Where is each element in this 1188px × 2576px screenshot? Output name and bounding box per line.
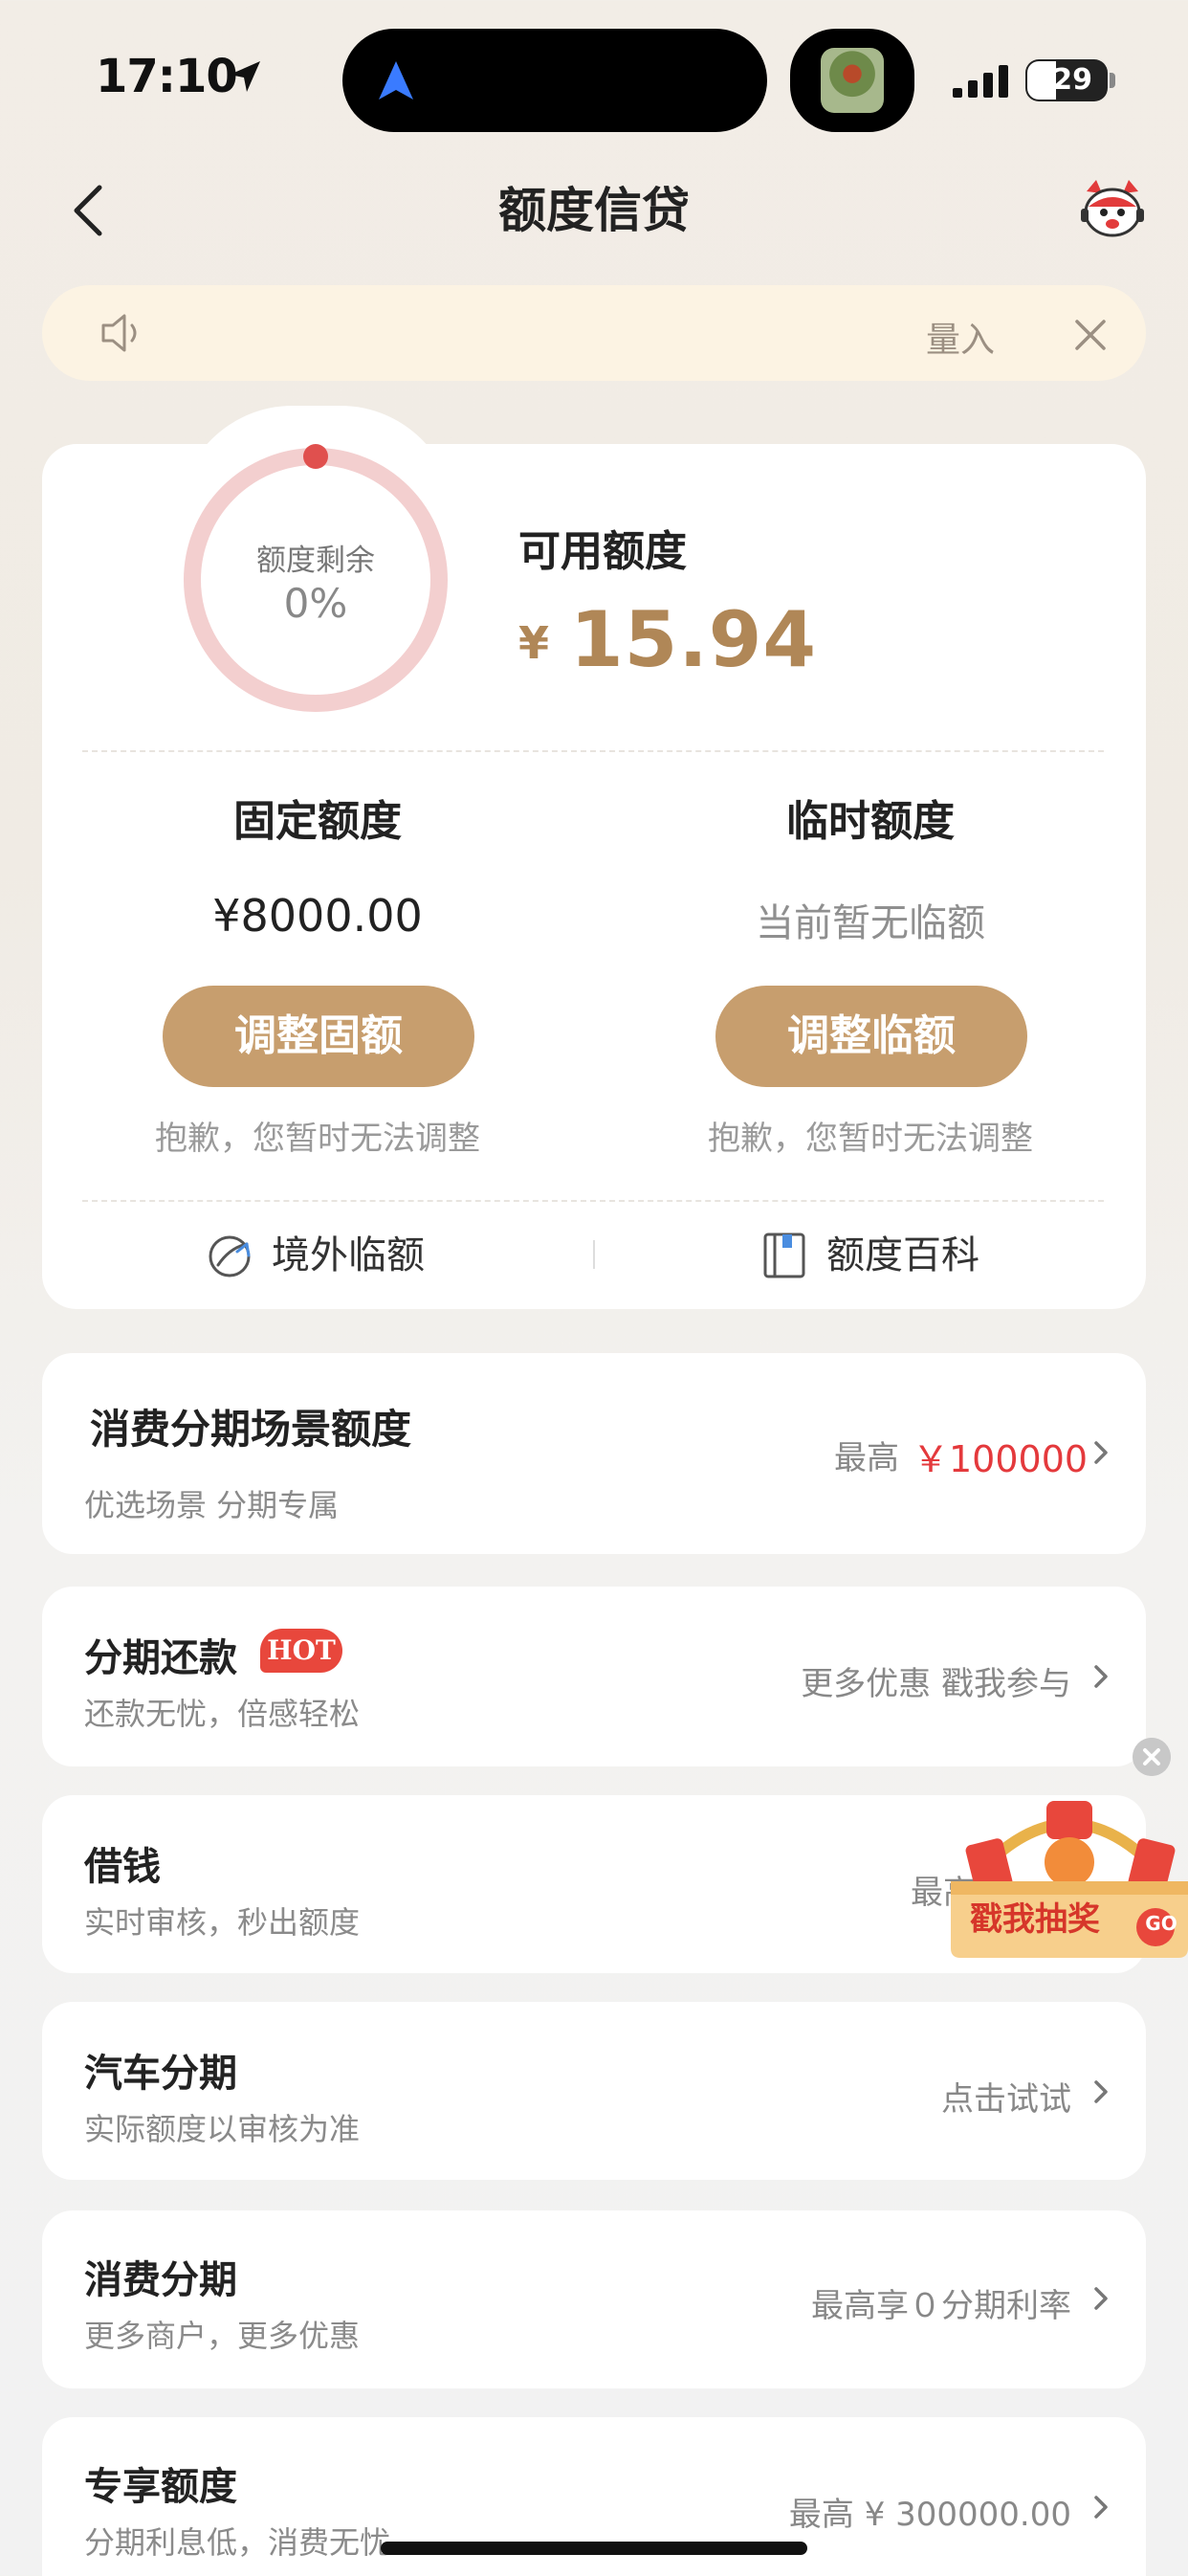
go-badge[interactable]: GO [1145, 1912, 1177, 1935]
scene-credit-prefix: 最高 [834, 1439, 899, 1477]
divider [82, 1200, 1104, 1202]
list-item-title: 汽车分期 [84, 2052, 237, 2096]
list-item-right-text: 最高享０分期利率 [811, 2287, 1071, 2325]
credit-wiki-link[interactable]: 额度百科 [826, 1227, 979, 1284]
close-icon[interactable] [1071, 316, 1110, 354]
list-item-title: 消费分期 [84, 2258, 237, 2302]
overseas-globe-icon[interactable] [207, 1231, 254, 1280]
currency-symbol: ¥ [518, 617, 550, 669]
mascot-service-icon[interactable] [1079, 174, 1146, 241]
book-icon[interactable] [761, 1231, 809, 1280]
chevron-right-icon [1094, 2080, 1108, 2103]
list-item-right-text: 点击试试 [941, 2080, 1071, 2119]
list-item-subtitle: 实时审核，秒出额度 [84, 1904, 361, 1941]
list-item-title: 借钱 [84, 1845, 161, 1889]
available-amount-value: 15.94 [570, 595, 818, 684]
chevron-right-icon [1094, 2287, 1108, 2310]
adjust-temporary-button[interactable]: 调整临额 [715, 986, 1027, 1087]
navigation-arrow-icon [379, 61, 413, 100]
fixed-credit-title: 固定额度 [233, 797, 402, 846]
page-title: 额度信贷 [498, 183, 690, 238]
scene-credit-subtitle: 优选场景 分期专属 [84, 1487, 340, 1523]
chevron-right-icon [1094, 1441, 1108, 1464]
battery-level: 29 [1052, 63, 1092, 97]
temporary-credit-title: 临时额度 [786, 797, 955, 846]
chevron-right-icon [1094, 2496, 1108, 2519]
pip-thumbnail-image[interactable] [821, 48, 884, 113]
list-item-right-text: 更多优惠 戳我参与 [801, 1665, 1071, 1703]
home-indicator[interactable] [381, 2542, 807, 2555]
adjust-fixed-button[interactable]: 调整固额 [163, 986, 474, 1087]
lottery-text[interactable]: 戳我抽奖 [970, 1893, 1152, 1940]
float-close-icon[interactable] [1133, 1738, 1171, 1776]
cellular-signal-icon [953, 65, 1008, 98]
hot-badge: HOT [260, 1629, 342, 1673]
temporary-credit-value: 当前暂无临额 [756, 901, 985, 945]
location-arrow-icon [230, 61, 260, 92]
scene-credit-title: 消费分期场景额度 [90, 1406, 412, 1453]
list-item-title: 专享额度 [84, 2465, 237, 2509]
list-item-subtitle: 还款无忧，倍感轻松 [84, 1696, 361, 1732]
link-divider [593, 1240, 595, 1269]
overseas-temp-credit-link[interactable]: 境外临额 [272, 1227, 425, 1284]
scene-credit-amount: ￥100000 [913, 1438, 1089, 1480]
available-credit-amount: ¥15.94 [518, 595, 817, 684]
temporary-adjust-note: 抱歉，您暂时无法调整 [708, 1120, 1033, 1158]
notice-text: 量入 [925, 321, 995, 360]
chevron-right-icon [1094, 1665, 1108, 1688]
speaker-icon [101, 314, 137, 352]
list-item-subtitle: 实际额度以审核为准 [84, 2111, 361, 2147]
list-item-subtitle: 更多商户，更多优惠 [84, 2318, 361, 2354]
battery-cap [1110, 73, 1115, 88]
ring-percent: 0% [283, 580, 348, 627]
fixed-adjust-note: 抱歉，您暂时无法调整 [155, 1120, 480, 1158]
ring-label: 额度剩余 [256, 544, 375, 578]
available-credit-label: 可用额度 [518, 527, 687, 576]
list-item-right-text: 最高 ¥ 300000.00 [788, 2496, 1071, 2534]
list-item-subtitle: 分期利息低，消费无忧 [84, 2524, 391, 2561]
list-item-title: 分期还款 [84, 1636, 237, 1680]
status-time: 17:10 [96, 50, 238, 103]
fixed-credit-value: ¥8000.00 [212, 890, 423, 942]
divider [82, 750, 1104, 752]
